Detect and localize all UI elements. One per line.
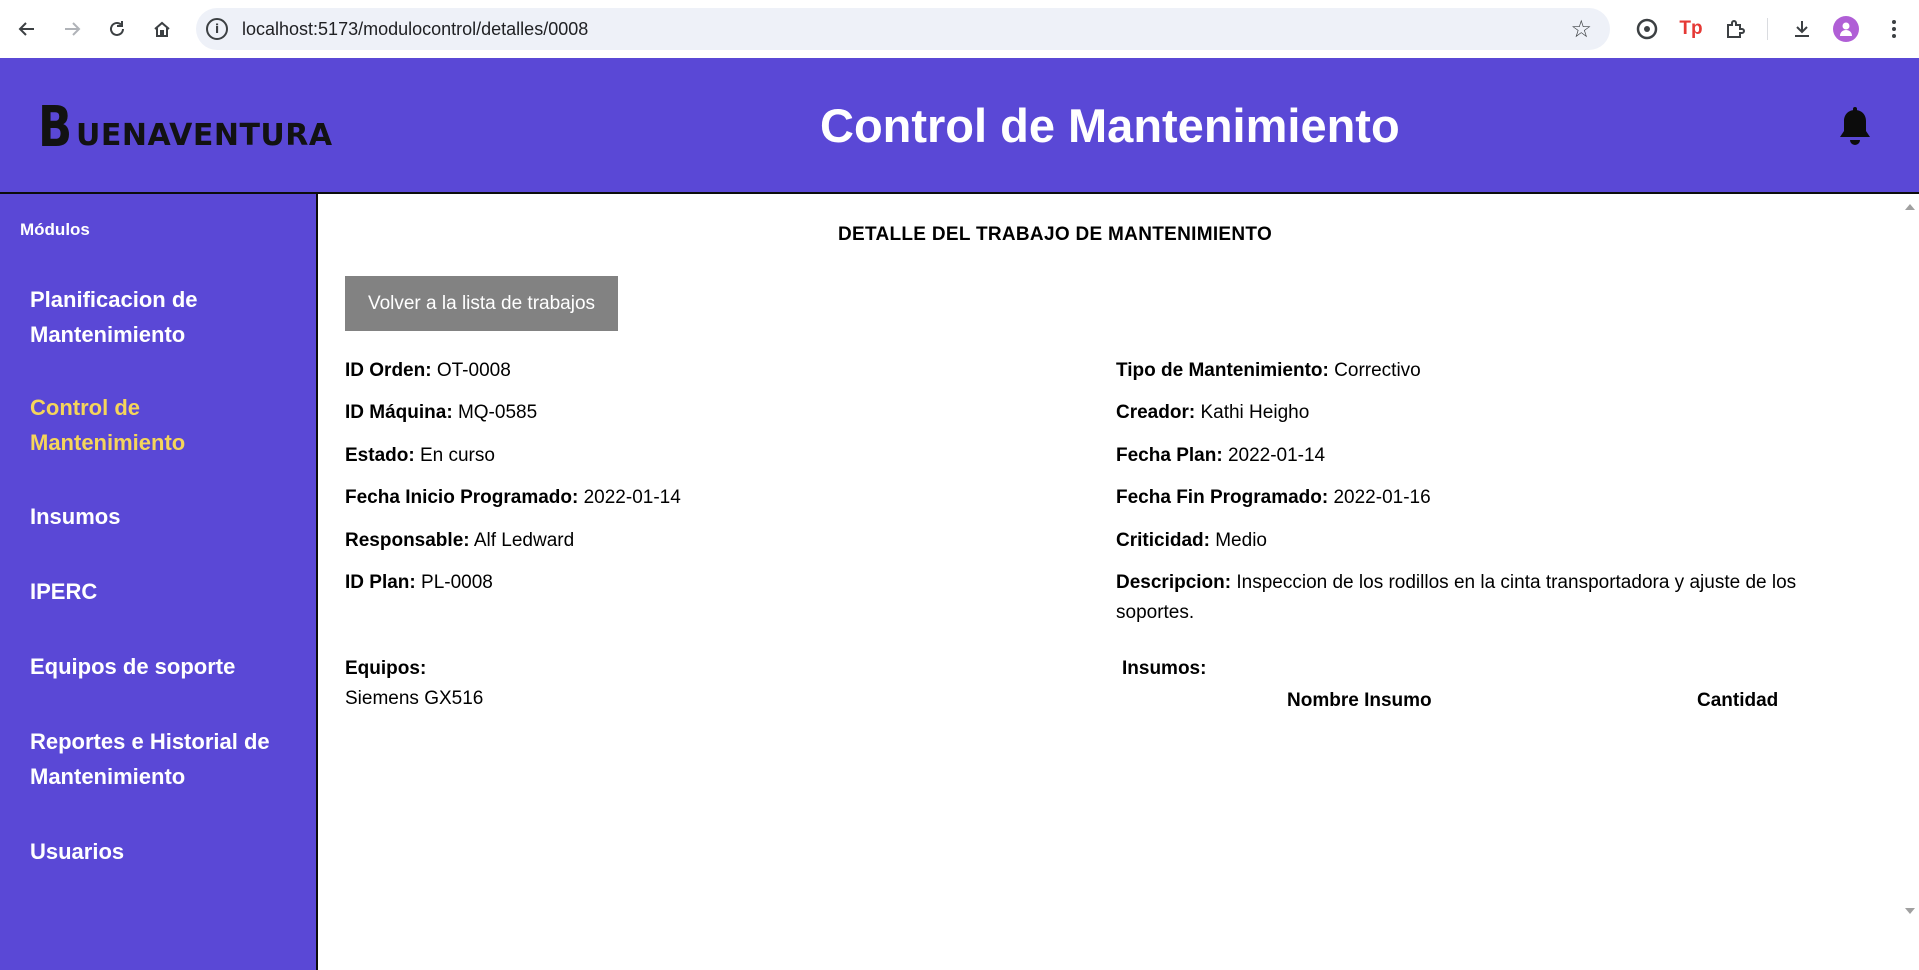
field-value: Medio	[1215, 530, 1267, 551]
sidebar-item-reportes[interactable]: Reportes e Historial de Mantenimiento	[30, 724, 300, 794]
back-arrow-icon[interactable]	[12, 14, 42, 44]
insumos-column-nombre: Nombre Insumo	[1287, 690, 1432, 711]
field-id-maquina: ID Máquina: MQ-0585	[345, 398, 1065, 428]
download-icon[interactable]	[1787, 14, 1817, 44]
extension-shield-icon[interactable]	[1632, 14, 1662, 44]
page-scrollbar[interactable]	[1900, 196, 1919, 970]
logo-wordmark: UENAVENTURA	[76, 118, 333, 153]
field-value: 2022-01-14	[583, 487, 681, 508]
field-label: Tipo de Mantenimiento:	[1116, 360, 1329, 381]
toolbar-separator	[1767, 18, 1768, 40]
field-criticidad: Criticidad: Medio	[1116, 526, 1876, 556]
field-value: 2022-01-14	[1227, 445, 1326, 466]
field-label: Criticidad:	[1116, 530, 1210, 551]
back-to-list-button[interactable]: Volver a la lista de trabajos	[345, 276, 618, 331]
field-estado: Estado: En curso	[345, 441, 1065, 471]
field-label: Fecha Fin Programado:	[1116, 487, 1329, 508]
app-header: B UENAVENTURA Control de Mantenimiento	[0, 58, 1919, 194]
site-info-icon[interactable]: i	[206, 18, 228, 40]
field-value: Kathi Heigho	[1200, 402, 1310, 423]
browser-toolbar: i localhost:5173/modulocontrol/detalles/…	[0, 0, 1919, 58]
address-bar[interactable]: i localhost:5173/modulocontrol/detalles/…	[196, 8, 1610, 50]
field-label: Fecha Inicio Programado:	[345, 487, 579, 508]
detail-title: DETALLE DEL TRABAJO DE MANTENIMIENTO	[837, 224, 1273, 245]
field-label: Descripcion:	[1116, 572, 1232, 593]
field-tipo-mantenimiento: Tipo de Mantenimiento: Correctivo	[1116, 356, 1876, 386]
scroll-down-arrow-icon[interactable]	[1905, 908, 1915, 914]
field-label: Fecha Plan:	[1116, 445, 1223, 466]
field-fecha-inicio: Fecha Inicio Programado: 2022-01-14	[345, 483, 1065, 513]
field-label: ID Plan:	[345, 572, 416, 593]
field-value: PL-0008	[421, 572, 493, 593]
field-fecha-plan: Fecha Plan: 2022-01-14	[1116, 441, 1876, 471]
equipo-item: Siemens GX516	[345, 688, 484, 709]
field-value: Correctivo	[1334, 360, 1421, 381]
browser-menu-icon[interactable]	[1879, 14, 1909, 44]
field-descripcion: Descripcion: Inspeccion de los rodillos …	[1116, 568, 1876, 628]
profile-avatar[interactable]	[1833, 16, 1859, 42]
field-value: OT-0008	[436, 360, 511, 381]
sidebar-item-control[interactable]: Control de Mantenimiento	[30, 390, 300, 460]
field-label: Estado:	[345, 445, 415, 466]
scroll-up-arrow-icon[interactable]	[1905, 204, 1915, 210]
main-content: DETALLE DEL TRABAJO DE MANTENIMIENTO Vol…	[320, 196, 1900, 970]
field-id-orden: ID Orden: OT-0008	[345, 356, 1065, 386]
insumos-label: Insumos:	[1122, 658, 1207, 679]
logo-letter-b: B	[38, 95, 73, 160]
field-id-plan: ID Plan: PL-0008	[345, 568, 1065, 598]
field-label: Responsable:	[345, 530, 470, 551]
field-fecha-fin: Fecha Fin Programado: 2022-01-16	[1116, 483, 1876, 513]
url-text[interactable]: localhost:5173/modulocontrol/detalles/00…	[242, 19, 588, 40]
sidebar-heading: Módulos	[20, 220, 90, 239]
insumos-column-cantidad: Cantidad	[1697, 690, 1779, 711]
sidebar-item-insumos[interactable]: Insumos	[30, 499, 300, 534]
reload-icon[interactable]	[102, 14, 132, 44]
field-value: 2022-01-16	[1333, 487, 1431, 508]
extensions-puzzle-icon[interactable]	[1720, 14, 1750, 44]
field-label: Creador:	[1116, 402, 1196, 423]
sidebar-item-equipos-soporte[interactable]: Equipos de soporte	[30, 649, 300, 684]
forward-arrow-icon[interactable]	[57, 14, 87, 44]
field-label: ID Máquina:	[345, 402, 453, 423]
page-title: Control de Mantenimiento	[820, 99, 1400, 152]
field-value: En curso	[419, 445, 495, 466]
field-creador: Creador: Kathi Heigho	[1116, 398, 1876, 428]
field-responsable: Responsable: Alf Ledward	[345, 526, 1065, 556]
bookmark-star-icon[interactable]: ☆	[1570, 15, 1592, 43]
sidebar-item-planificacion[interactable]: Planificacion de Mantenimiento	[30, 282, 300, 352]
notification-bell-icon[interactable]	[1836, 106, 1874, 150]
buenaventura-logo[interactable]: B UENAVENTURA	[38, 95, 333, 160]
sidebar-item-iperc[interactable]: IPERC	[30, 574, 300, 609]
field-value: Alf Ledward	[473, 530, 575, 551]
sidebar: Módulos Planificacion de Mantenimiento C…	[0, 194, 318, 970]
home-icon[interactable]	[147, 14, 177, 44]
equipos-label: Equipos:	[345, 658, 427, 679]
tp-extension-icon[interactable]: Tp	[1676, 14, 1706, 44]
sidebar-item-usuarios[interactable]: Usuarios	[30, 834, 300, 869]
field-label: ID Orden:	[345, 360, 432, 381]
field-value: MQ-0585	[457, 402, 538, 423]
